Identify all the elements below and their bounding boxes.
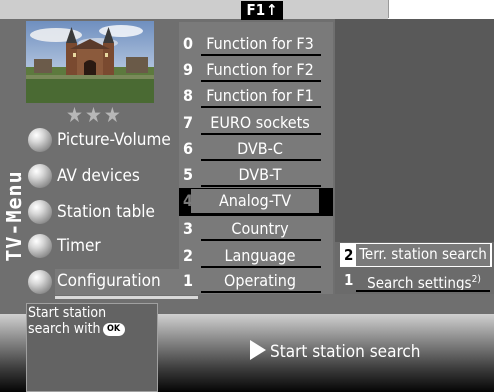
menu-item-picture-volume[interactable]: Picture-Volume: [28, 125, 178, 155]
item-number: 2: [344, 246, 354, 264]
item-label: Country: [231, 219, 289, 238]
start-station-search-label: Start station search: [270, 342, 421, 362]
picture-thumbnail: [26, 21, 154, 103]
start-station-search-button[interactable]: Start station search: [250, 340, 420, 364]
list-item-function-f2[interactable]: 9 Function for F2: [179, 57, 333, 83]
item-label: Language: [224, 246, 296, 265]
ok-button-icon: OK: [102, 322, 125, 336]
footnote-marker: 2): [471, 274, 481, 285]
item-label: Analog-TV: [191, 189, 319, 213]
list-item-function-f1[interactable]: 8 Function for F1: [179, 83, 333, 109]
item-label: EURO sockets: [210, 113, 310, 132]
menu-item-label: Station table: [57, 202, 155, 222]
f1-text: F1: [246, 1, 266, 19]
item-label: Operating: [224, 271, 296, 290]
menu-item-label: Timer: [57, 236, 101, 256]
tv-menu-screen: F1↑ ★★★ TV-Menu Picture-Volume AV device…: [0, 0, 494, 392]
divider: [201, 239, 321, 241]
top-bar: [0, 0, 388, 19]
play-icon: [250, 340, 266, 360]
menu-item-label: Configuration: [55, 269, 199, 295]
divider: [201, 185, 321, 187]
ball-icon: [28, 200, 52, 224]
top-right-box: [388, 0, 494, 18]
tv-menu-title-text: TV-Menu: [2, 170, 26, 262]
item-label: DVB-T: [238, 165, 282, 184]
divider: [201, 54, 321, 56]
menu-item-timer[interactable]: Timer: [28, 231, 178, 261]
item-label: Function for F1: [206, 86, 314, 105]
list-item-language[interactable]: 2 Language: [179, 243, 333, 269]
item-label: Function for F3: [206, 34, 314, 53]
rating-stars: ★★★: [66, 103, 123, 127]
menu-item-label: Picture-Volume: [57, 130, 171, 150]
item-number: 7: [183, 113, 194, 132]
item-number: 8: [183, 86, 194, 105]
ball-icon: [28, 128, 52, 152]
ball-icon: [28, 234, 52, 258]
divider: [201, 291, 321, 293]
item-label: Function for F2: [206, 60, 314, 79]
ball-icon: [28, 270, 52, 294]
item-label: DVB-C: [237, 139, 283, 158]
divider: [356, 290, 490, 292]
divider: [201, 133, 321, 135]
menu-item-av-devices[interactable]: AV devices: [28, 161, 178, 191]
info-line-1: Start station: [28, 305, 107, 321]
divider: [201, 159, 321, 161]
castle-image: [26, 21, 154, 103]
list-item-country[interactable]: 3 Country: [179, 216, 333, 242]
item-number: 5: [183, 165, 194, 184]
submenu-item-terr-station-search[interactable]: 2 Terr. station search: [340, 243, 492, 267]
submenu-item-search-settings[interactable]: 1 Search settings2): [340, 268, 492, 292]
item-number: 3: [183, 219, 194, 238]
f1-key-label: F1↑: [241, 1, 283, 20]
ball-icon: [28, 164, 52, 188]
item-number: 0: [183, 34, 194, 53]
list-item-analog-tv[interactable]: 4 Analog-TV: [179, 188, 333, 216]
list-item-dvb-t[interactable]: 5 DVB-T: [179, 162, 333, 188]
list-item-euro-sockets[interactable]: 7 EURO sockets: [179, 110, 333, 136]
item-number: 9: [183, 60, 194, 79]
item-number: 6: [183, 139, 194, 158]
item-number: 1: [344, 271, 354, 289]
tv-menu-title: TV-Menu: [0, 136, 28, 296]
item-number: 1: [183, 271, 194, 290]
menu-item-label: AV devices: [57, 166, 140, 186]
list-item-dvb-c[interactable]: 6 DVB-C: [179, 136, 333, 162]
item-number: 2: [183, 246, 194, 265]
list-item-operating[interactable]: 1 Operating: [179, 268, 333, 294]
preview-area: [335, 19, 494, 242]
info-text: Start station search with OK: [28, 305, 156, 337]
menu-item-station-table[interactable]: Station table: [28, 197, 178, 227]
menu-item-configuration[interactable]: Configuration: [28, 267, 199, 299]
info-line-2-wrap: search with OK: [28, 321, 156, 337]
list-item-function-f3[interactable]: 0 Function for F3: [179, 31, 333, 57]
divider: [201, 106, 321, 108]
up-arrow-icon: ↑: [266, 1, 278, 19]
divider: [201, 80, 321, 82]
item-label: Terr. station search: [356, 244, 490, 266]
info-line-2: search with: [28, 321, 101, 337]
